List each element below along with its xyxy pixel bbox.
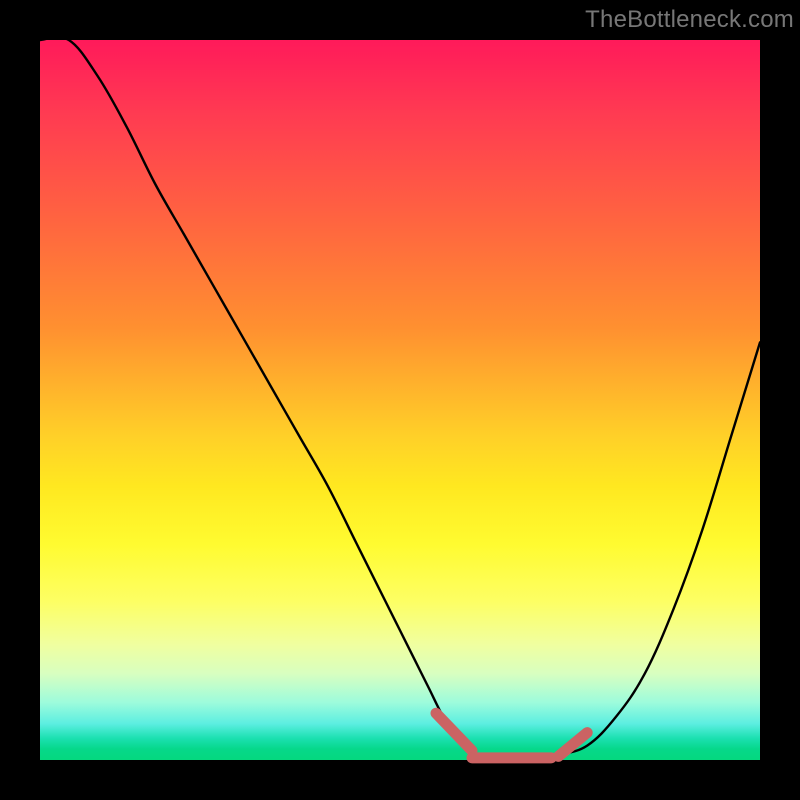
chart-svg — [40, 40, 760, 760]
markers-group — [436, 713, 587, 758]
plot-area — [40, 40, 760, 760]
watermark-text: TheBottleneck.com — [585, 6, 794, 34]
left-marker — [436, 713, 472, 750]
bottleneck-curve — [40, 37, 760, 758]
